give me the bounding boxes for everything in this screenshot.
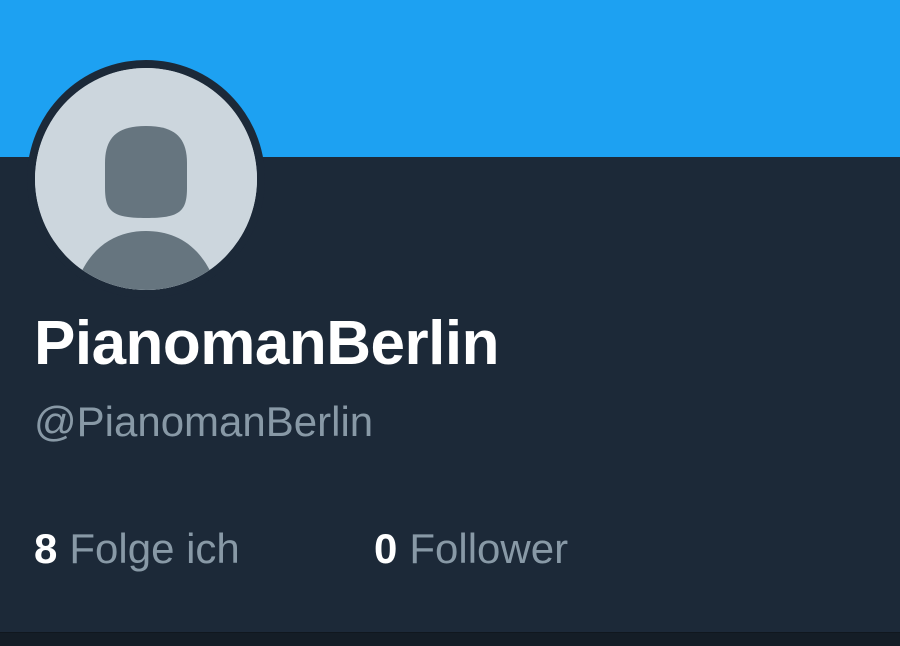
followers-stat-link[interactable]: 0 Follower [374, 522, 568, 576]
followers-count: 0 [374, 525, 398, 572]
following-label: Folge ich [69, 525, 240, 572]
bottom-divider [0, 632, 900, 646]
profile-avatar[interactable] [27, 60, 265, 298]
default-profile-silhouette-icon [35, 68, 257, 290]
profile-display-name: PianomanBerlin [34, 309, 500, 378]
following-stat-link[interactable]: 8 Folge ich [34, 522, 240, 576]
followers-label: Follower [409, 525, 569, 572]
following-count: 8 [34, 525, 58, 572]
profile-handle: @PianomanBerlin [34, 398, 374, 445]
